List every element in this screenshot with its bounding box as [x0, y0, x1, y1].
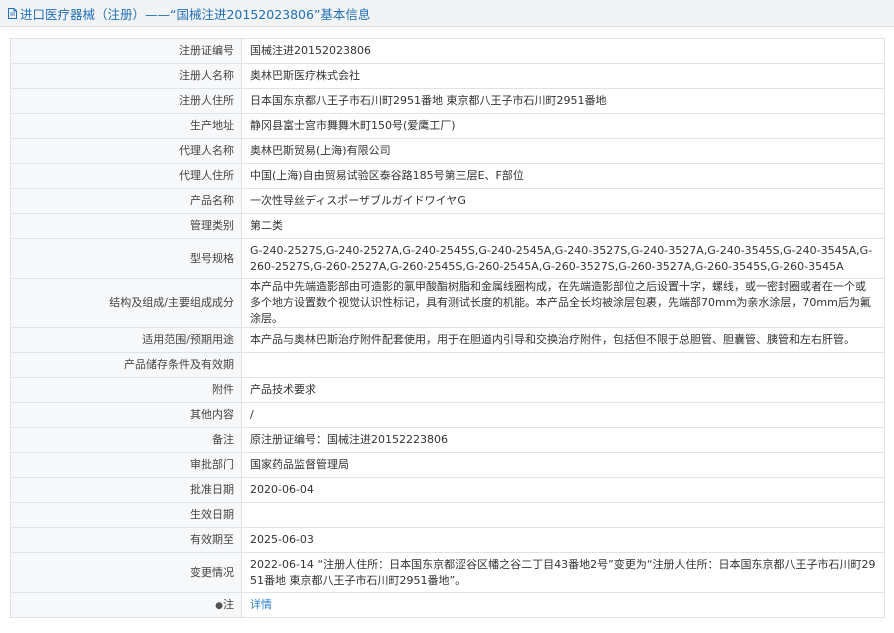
field-value: 奥林巴斯贸易(上海)有限公司: [241, 138, 885, 164]
table-row: 注册人住所 日本国东京都八王子市石川町2951番地 東京都八王子市石川町2951番…: [10, 88, 885, 114]
field-label: 批准日期: [10, 477, 242, 503]
field-label: 附件: [10, 377, 242, 403]
detail-label-text: 注: [223, 597, 234, 611]
field-label: 管理类别: [10, 213, 242, 239]
table-row: 注册人名称 奥林巴斯医疗株式会社: [10, 63, 885, 89]
detail-row: ●注 详情: [10, 592, 885, 618]
page-header: 进口医疗器械（注册）——“国械注进20152023806”基本信息: [0, 0, 894, 27]
table-row: 其他内容 /: [10, 402, 885, 428]
field-value: 第二类: [241, 213, 885, 239]
field-value: 日本国东京都八王子市石川町2951番地 東京都八王子市石川町2951番地: [241, 88, 885, 114]
field-value: 2022-06-14 “注册人住所：日本国东京都涩谷区幡之谷二丁目43番地2号”…: [241, 552, 885, 593]
table-row: 注册证编号 国械注进20152023806: [10, 38, 885, 64]
field-value: /: [241, 402, 885, 428]
field-value: 2020-06-04: [241, 477, 885, 503]
field-label: 代理人名称: [10, 138, 242, 164]
table-row: 代理人名称 奥林巴斯贸易(上海)有限公司: [10, 138, 885, 164]
field-value: 国械注进20152023806: [241, 38, 885, 64]
field-label: 型号规格: [10, 238, 242, 279]
table-row: 备注 原注册证编号：国械注进20152223806: [10, 427, 885, 453]
field-value: 原注册证编号：国械注进20152223806: [241, 427, 885, 453]
table-row: 生产地址 静冈县富士宫市舞舞木町150号(爱鹰工厂): [10, 113, 885, 139]
table-row: 结构及组成/主要组成成分 本产品中先端造影部由可造影的氯甲酸酯树脂和金属线圈构成，…: [10, 278, 885, 328]
field-label: 适用范围/预期用途: [10, 327, 242, 353]
table-row: 管理类别 第二类: [10, 213, 885, 239]
field-value: G-240-2527S,G-240-2527A,G-240-2545S,G-24…: [241, 238, 885, 279]
field-label: 变更情况: [10, 552, 242, 593]
field-label: 结构及组成/主要组成成分: [10, 278, 242, 328]
field-value: 静冈县富士宫市舞舞木町150号(爱鹰工厂): [241, 113, 885, 139]
table-row: 附件 产品技术要求: [10, 377, 885, 403]
field-label: 审批部门: [10, 452, 242, 478]
field-value: 本产品与奥林巴斯治疗附件配套使用，用于在胆道内引导和交换治疗附件，包括但不限于总…: [241, 327, 885, 353]
table-row: 适用范围/预期用途 本产品与奥林巴斯治疗附件配套使用，用于在胆道内引导和交换治疗附…: [10, 327, 885, 353]
field-value: [241, 352, 885, 378]
field-label: 注册人名称: [10, 63, 242, 89]
field-label: 代理人住所: [10, 163, 242, 189]
field-value: 本产品中先端造影部由可造影的氯甲酸酯树脂和金属线圈构成，在先端造影部位之后设置十…: [241, 278, 885, 328]
detail-label: ●注: [10, 592, 242, 618]
table-row: 产品储存条件及有效期: [10, 352, 885, 378]
field-value: 奥林巴斯医疗株式会社: [241, 63, 885, 89]
field-label: 备注: [10, 427, 242, 453]
table-row: 型号规格 G-240-2527S,G-240-2527A,G-240-2545S,…: [10, 238, 885, 279]
table-row: 生效日期: [10, 502, 885, 528]
field-label: 生效日期: [10, 502, 242, 528]
field-value: 产品技术要求: [241, 377, 885, 403]
field-value: [241, 502, 885, 528]
details-link[interactable]: 详情: [241, 592, 885, 618]
device-info-table: 注册证编号 国械注进20152023806 注册人名称 奥林巴斯医疗株式会社 注册人住所…: [10, 38, 885, 618]
table-row: 批准日期 2020-06-04: [10, 477, 885, 503]
document-icon: [8, 7, 17, 19]
field-label: 注册证编号: [10, 38, 242, 64]
field-label: 其他内容: [10, 402, 242, 428]
pin-icon: ●: [215, 600, 223, 611]
table-row: 有效期至 2025-06-03: [10, 527, 885, 553]
table-row: 代理人住所 中国(上海)自由贸易试验区泰谷路185号第三层E、F部位: [10, 163, 885, 189]
field-label: 产品储存条件及有效期: [10, 352, 242, 378]
field-value: 2025-06-03: [241, 527, 885, 553]
table-row: 审批部门 国家药品监督管理局: [10, 452, 885, 478]
table-row: 变更情况 2022-06-14 “注册人住所：日本国东京都涩谷区幡之谷二丁目43番…: [10, 552, 885, 593]
field-label: 有效期至: [10, 527, 242, 553]
field-label: 产品名称: [10, 188, 242, 214]
field-label: 生产地址: [10, 113, 242, 139]
table-row: 产品名称 一次性导丝ディスポーザブルガイドワイヤG: [10, 188, 885, 214]
field-value: 国家药品监督管理局: [241, 452, 885, 478]
page-title: 进口医疗器械（注册）——“国械注进20152023806”基本信息: [20, 6, 371, 22]
field-value: 中国(上海)自由贸易试验区泰谷路185号第三层E、F部位: [241, 163, 885, 189]
field-label: 注册人住所: [10, 88, 242, 114]
field-value: 一次性导丝ディスポーザブルガイドワイヤG: [241, 188, 885, 214]
